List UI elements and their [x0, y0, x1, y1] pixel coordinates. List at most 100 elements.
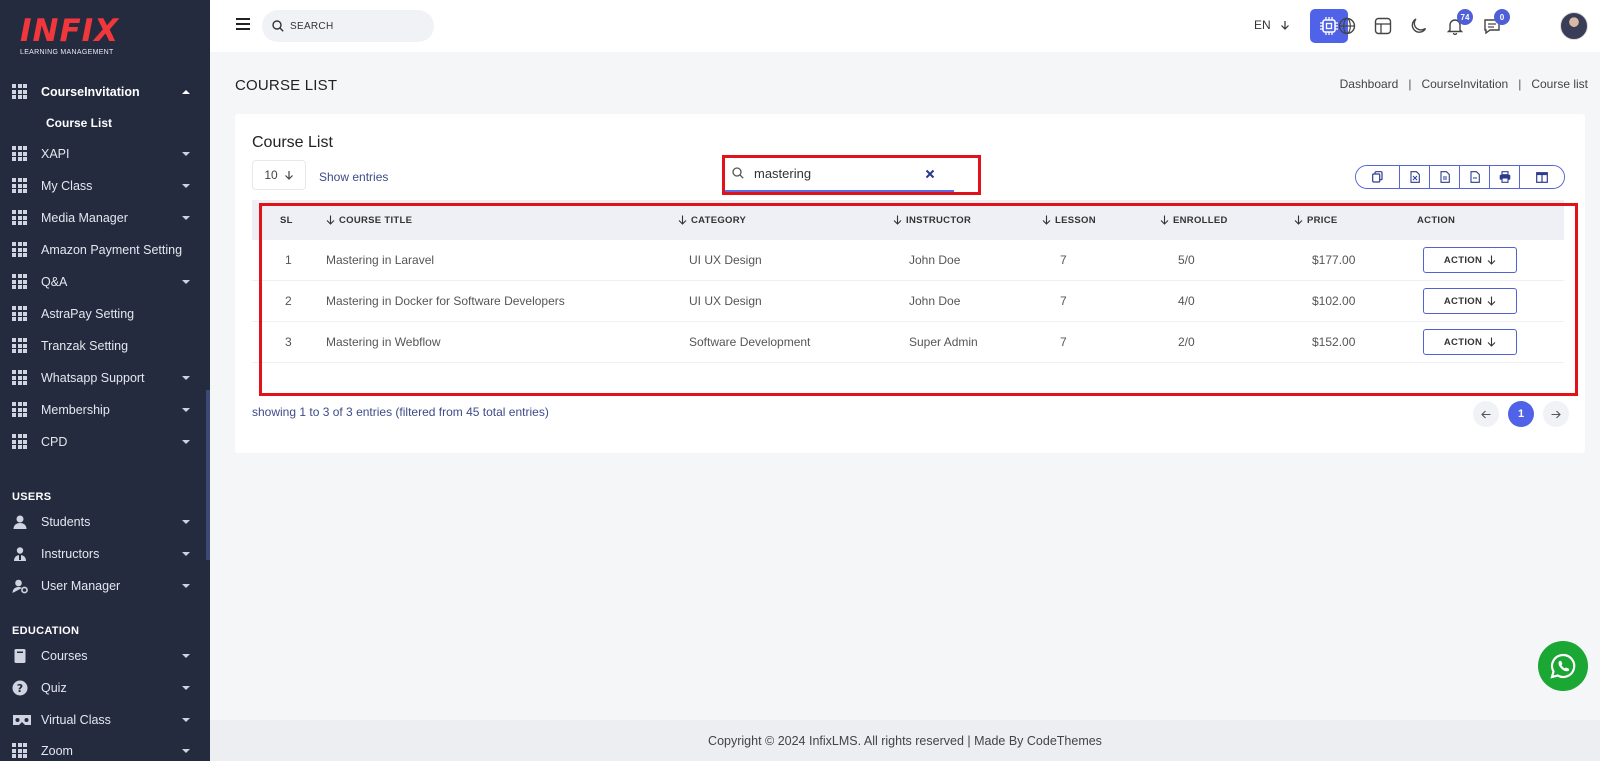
sidebar-item-membership[interactable]: Membership	[0, 396, 206, 424]
layout-button[interactable]	[1372, 15, 1394, 37]
avatar[interactable]	[1560, 12, 1588, 40]
whatsapp-button[interactable]	[1538, 641, 1588, 691]
cell-category: Software Development	[689, 335, 811, 349]
row-action-button[interactable]: ACTION	[1423, 247, 1517, 273]
pdf-button[interactable]	[1460, 166, 1490, 188]
logo[interactable]: INFIX LEARNING MANAGEMENT	[20, 13, 120, 57]
messages-badge: 0	[1494, 9, 1510, 25]
next-page-button[interactable]	[1543, 401, 1569, 427]
sidebar-item-astrapay-setting[interactable]: AstraPay Setting	[0, 300, 206, 328]
sort-arrow-icon	[326, 215, 335, 225]
globe-button[interactable]	[1336, 15, 1358, 37]
hamburger-menu-icon[interactable]	[236, 18, 250, 30]
sidebar-item-xapi[interactable]: XAPI	[0, 140, 206, 168]
pagination: 1	[1473, 401, 1569, 427]
table-row: 3 Mastering in Webflow Software Developm…	[252, 322, 1564, 363]
chevron-down-icon	[182, 152, 190, 156]
search-icon	[732, 167, 744, 179]
sidebar-item-label: Courses	[41, 649, 88, 663]
sidebar-item-media-manager[interactable]: Media Manager	[0, 204, 206, 232]
breadcrumb-separator: |	[1408, 77, 1412, 91]
cell-lesson: 7	[1060, 335, 1067, 349]
sidebar-item-my-class[interactable]: My Class	[0, 172, 206, 200]
copy-button[interactable]	[1356, 166, 1400, 188]
sidebar-item-tranzak-setting[interactable]: Tranzak Setting	[0, 332, 206, 360]
column-header-category[interactable]: CATEGORY	[678, 215, 746, 226]
sidebar-item-virtual-class[interactable]: Virtual Class	[0, 706, 206, 734]
sidebar-item-courses[interactable]: Courses	[0, 642, 206, 670]
grid-icon	[12, 402, 28, 418]
sidebar-item-students[interactable]: Students	[0, 508, 206, 536]
sort-arrow-icon	[1294, 215, 1303, 225]
action-label: ACTION	[1443, 295, 1483, 307]
column-header-course-title[interactable]: COURSE TITLE	[326, 215, 412, 226]
svg-text:?: ?	[17, 682, 23, 695]
entries-select[interactable]: 10	[252, 160, 306, 190]
prev-page-button[interactable]	[1473, 401, 1499, 427]
sidebar-item-user-manager[interactable]: User Manager	[0, 572, 206, 600]
arrow-down-icon	[284, 171, 293, 180]
table-row: 2 Mastering in Docker for Software Devel…	[252, 281, 1564, 322]
action-label: ACTION	[1443, 254, 1483, 266]
column-header-label: COURSE TITLE	[339, 214, 413, 226]
chevron-down-icon	[182, 686, 190, 690]
sidebar-item-quiz[interactable]: ? Quiz	[0, 674, 206, 702]
chevron-down-icon	[182, 408, 190, 412]
sidebar-item-label: Whatsapp Support	[41, 371, 145, 385]
sidebar-item-whatsapp-support[interactable]: Whatsapp Support	[0, 364, 206, 392]
arrow-down-icon	[1487, 255, 1496, 265]
sidebar-item-amazon-payment-setting[interactable]: Amazon Payment Setting	[0, 236, 206, 264]
sidebar-item-cpd[interactable]: CPD	[0, 428, 206, 456]
sidebar-item-zoom[interactable]: Zoom	[0, 737, 206, 761]
show-entries-label: Show entries	[319, 170, 389, 184]
print-button[interactable]	[1490, 166, 1520, 188]
csv-button[interactable]	[1430, 166, 1460, 188]
cell-price: $177.00	[1312, 253, 1356, 267]
chevron-down-icon	[182, 440, 190, 444]
sidebar-item-instructors[interactable]: Instructors	[0, 540, 206, 568]
language-label: EN	[1254, 18, 1271, 32]
footer-text: Copyright © 2024 InfixLMS. All rights re…	[708, 733, 1102, 748]
arrow-left-icon	[1481, 410, 1491, 418]
column-header-lesson[interactable]: LESSON	[1042, 215, 1096, 226]
arrow-down-icon	[1487, 337, 1496, 347]
column-header-label: PRICE	[1307, 214, 1338, 226]
row-action-button[interactable]: ACTION	[1423, 288, 1517, 314]
sidebar-item-courseinvitation[interactable]: CourseInvitation	[0, 78, 206, 106]
arrow-down-icon	[1281, 21, 1289, 30]
row-action-button[interactable]: ACTION	[1423, 329, 1517, 355]
sidebar-subitem-course-list[interactable]: Course List	[46, 116, 112, 130]
book-icon	[14, 649, 26, 663]
column-visibility-button[interactable]	[1520, 166, 1564, 188]
column-header-price[interactable]: PRICE	[1294, 215, 1338, 226]
breadcrumb-courseinvitation[interactable]: CourseInvitation	[1421, 77, 1508, 91]
chevron-down-icon	[182, 552, 190, 556]
close-icon[interactable]	[924, 168, 936, 180]
sidebar-item-qa[interactable]: Q&A	[0, 268, 206, 296]
sort-arrow-icon	[678, 215, 687, 225]
notifications-button[interactable]: 74	[1444, 9, 1473, 37]
table-search-input[interactable]	[754, 165, 924, 181]
messages-button[interactable]: 0	[1481, 9, 1510, 37]
page-button-current[interactable]: 1	[1508, 401, 1534, 427]
sidebar-item-label: Virtual Class	[41, 713, 111, 727]
chevron-down-icon	[182, 749, 190, 753]
section-title-education: EDUCATION	[12, 625, 80, 637]
column-header-enrolled[interactable]: ENROLLED	[1160, 215, 1228, 226]
breadcrumb-dashboard[interactable]: Dashboard	[1340, 77, 1399, 91]
copy-icon	[1372, 171, 1383, 183]
language-selector[interactable]: EN	[1254, 18, 1290, 32]
arrow-down-icon	[1487, 296, 1496, 306]
grid-icon	[12, 178, 28, 194]
global-search-input[interactable]	[290, 20, 420, 32]
column-header-instructor[interactable]: INSTRUCTOR	[893, 215, 971, 226]
column-header-sl[interactable]: SL	[280, 215, 293, 226]
notifications-badge: 74	[1457, 9, 1473, 25]
vr-icon	[13, 715, 31, 725]
dark-mode-button[interactable]	[1408, 15, 1430, 37]
logo-text: INFIX	[20, 13, 120, 49]
sidebar-scrollbar[interactable]	[206, 390, 210, 560]
excel-button[interactable]	[1400, 166, 1430, 188]
grid-icon	[12, 84, 28, 100]
top-bar: EN 74 0	[210, 0, 1600, 52]
